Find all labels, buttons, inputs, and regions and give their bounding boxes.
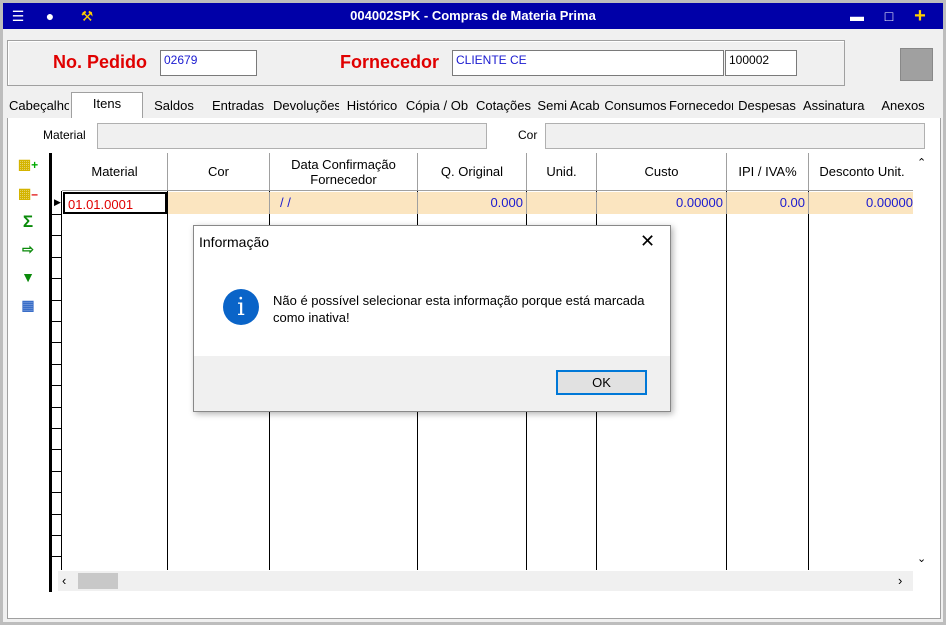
cell-ipi[interactable]: 0.00 [727,192,809,214]
column-header-color[interactable]: Cor [168,153,270,191]
tab-anexos[interactable]: Anexos [873,96,933,116]
supplier-code-field[interactable]: 100002 [725,50,797,76]
add-item-icon[interactable]: ▦+ [17,155,39,173]
cell-material[interactable]: 01.01.0001 [63,192,167,214]
order-number-label: No. Pedido [53,52,147,72]
remove-item-icon[interactable]: ▦– [17,184,39,202]
minimize-icon[interactable]: ▬ [848,7,866,25]
tab-devolucoes[interactable]: Devoluções [273,96,339,116]
row-separator [52,556,62,558]
material-filter-label: Material [43,128,86,142]
tab-cabecalho[interactable]: Cabeçalho [9,96,69,116]
row-separator [52,406,62,408]
column-header-ipi[interactable]: IPI / IVA% [727,153,809,191]
cell-color[interactable] [168,192,270,214]
row-separator [52,363,62,365]
scroll-up-icon[interactable]: ⌃ [917,156,926,169]
scroll-left-icon[interactable]: ‹ [62,573,66,588]
dialog-message: Não é possível selecionar esta informaçã… [273,293,645,325]
tab-copia[interactable]: Cópia / Ob [405,96,469,116]
column-header-original-qty[interactable]: Q. Original [418,153,527,191]
ok-button[interactable]: OK [556,370,647,395]
cell-unit[interactable] [527,192,597,214]
horizontal-scrollbar[interactable]: ‹ › [58,571,913,591]
scroll-down-icon[interactable]: ⌄ [917,552,926,565]
grid-column [809,191,916,570]
column-header-confirmation-date[interactable]: Data Confirmação Fornecedor [270,153,418,191]
column-header-cost[interactable]: Custo [597,153,727,191]
title-bar: ☰ ● ⚒ 004002SPK - Compras de Materia Pri… [3,3,943,29]
row-separator [52,235,62,237]
grid-left-border [49,570,52,592]
maximize-icon[interactable]: □ [880,7,898,25]
row-separator [52,256,62,258]
tab-consumos[interactable]: Consumos [604,96,667,116]
supplier-name-field[interactable]: CLIENTE CE [452,50,724,76]
sum-icon[interactable]: Σ [17,213,39,231]
current-row-arrow-icon: ▶ [54,197,61,207]
row-separator [52,535,62,536]
move-down-icon[interactable]: ▼ [17,268,39,286]
cell-discount[interactable]: 0.00000 [809,192,916,214]
color-filter-label: Cor [518,128,538,142]
column-header-discount[interactable]: Desconto Unit. [809,153,916,191]
row-separator [52,428,62,429]
row-separator [52,321,62,322]
color-filter-field[interactable] [545,123,925,149]
tab-assinaturas[interactable]: Assinaturas [803,96,865,116]
image-icon[interactable]: ▦ [17,296,39,314]
supplier-label: Fornecedor [340,52,440,72]
tab-fornecedor[interactable]: Fornecedor [669,96,733,116]
tab-despesas[interactable]: Despesas [735,96,799,116]
row-separator [52,385,62,387]
info-dialog: Informação ✕ i Não é possível selecionar… [193,225,671,412]
cell-original-qty[interactable]: 0.000 [418,192,527,214]
cell-confirmation-date[interactable]: / / [270,192,418,214]
info-icon: i [223,289,259,325]
scroll-right-icon[interactable]: › [898,573,902,588]
cell-cost[interactable]: 0.00000 [597,192,727,214]
row-separator [52,214,62,215]
order-number-field[interactable]: 02679 [160,50,257,76]
tab-bar: Cabeçalho Itens Saldos Entradas Devoluçõ… [7,92,939,119]
tab-semi-acab[interactable]: Semi Acab [537,96,600,116]
status-indicator [900,48,933,81]
row-separator [52,492,62,494]
scroll-thumb[interactable] [78,573,118,589]
dialog-title: Informação [199,234,270,250]
dialog-footer: OK [194,356,670,411]
tab-entradas[interactable]: Entradas [207,96,269,116]
column-header-unit[interactable]: Unid. [527,153,597,191]
column-header-material[interactable]: Material [62,153,168,191]
tab-saldos[interactable]: Saldos [143,96,205,116]
row-separator [52,299,62,301]
close-icon[interactable]: ✕ [640,231,655,252]
row-separator [52,513,62,515]
row-separator [52,342,62,344]
window-title: 004002SPK - Compras de Materia Prima [350,8,596,23]
tab-cotacoes[interactable]: Cotações [472,96,535,116]
row-separator [52,278,62,280]
vertical-scrollbar[interactable]: ⌃ ⌄ [913,153,931,570]
row-separator [52,449,62,451]
tab-historico[interactable]: Histórico [341,96,403,116]
export-icon[interactable]: ⇨ [17,240,39,258]
tab-itens[interactable]: Itens [71,92,143,119]
grid-column [727,191,809,570]
row-separator [52,470,62,472]
add-icon[interactable]: + [911,6,929,26]
material-filter-field[interactable] [97,123,487,149]
order-header-panel: No. Pedido 02679 Fornecedor CLIENTE CE 1… [7,40,845,86]
grid-column [62,191,168,570]
